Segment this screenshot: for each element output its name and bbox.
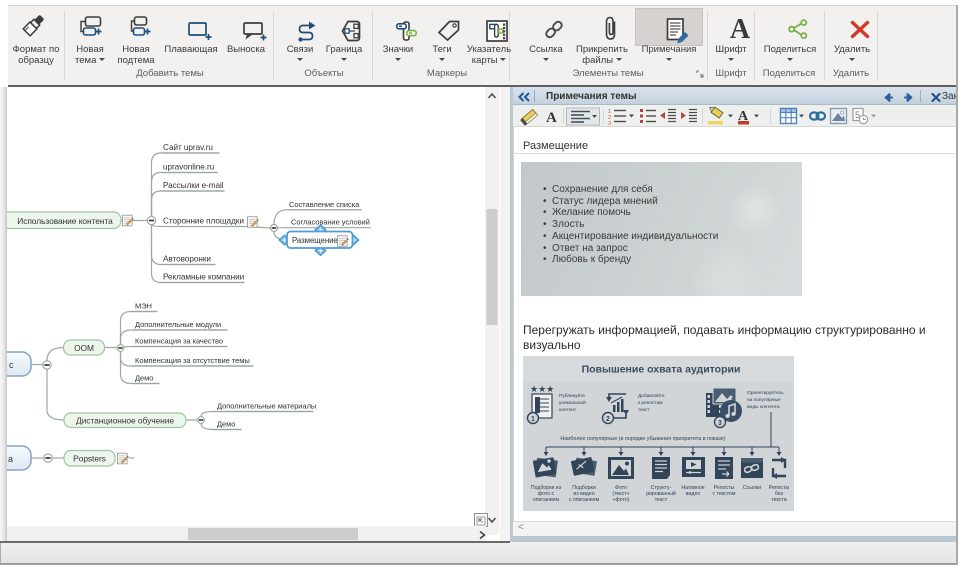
svg-text:ООМ: ООМ [74, 343, 94, 353]
svg-text:Составление списка: Составление списка [289, 200, 360, 209]
svg-text:Добавляйте: Добавляйте [638, 392, 665, 399]
svg-text:Демо: Демо [135, 374, 153, 383]
svg-text:★★★: ★★★ [530, 384, 554, 394]
svg-text:а: а [8, 454, 13, 464]
svg-text:Popsters: Popsters [73, 454, 106, 464]
svg-text:текста: текста [771, 497, 786, 503]
svg-text:Компенсация за отсутствие темы: Компенсация за отсутствие темы [135, 356, 250, 365]
svg-text:upravonline.ru: upravonline.ru [163, 163, 215, 172]
svg-text:Использование контента: Использование контента [17, 216, 113, 226]
svg-text:A: A [546, 110, 557, 126]
svg-text:Согласование условий: Согласование условий [291, 218, 370, 227]
svg-text:на популярные: на популярные [747, 398, 781, 403]
svg-text:текст: текст [655, 497, 668, 503]
svg-text:Рекламные компании: Рекламные компании [163, 273, 244, 282]
svg-text:Компенсация за качество: Компенсация за качество [135, 337, 223, 346]
svg-text:Наиболее популярные (в порядке: Наиболее популярные (в порядке убывания … [560, 436, 725, 442]
svg-text:текст: текст [638, 408, 650, 413]
svg-text:Сторонние площадки: Сторонние площадки [163, 217, 244, 226]
svg-text:Сайт uprav.ru: Сайт uprav.ru [163, 143, 213, 152]
svg-text:Дополнительные модули: Дополнительные модули [135, 320, 221, 329]
svg-text:видео: видео [686, 491, 701, 497]
svg-text:1: 1 [531, 416, 535, 423]
svg-text:с текстом: с текстом [713, 491, 736, 497]
svg-text:+фото): +фото) [613, 497, 630, 503]
svg-text:3: 3 [718, 420, 722, 427]
svg-text:МЭН: МЭН [135, 302, 152, 311]
svg-text:Автоворонки: Автоворонки [163, 255, 211, 264]
svg-text:Ссылки: Ссылки [743, 485, 761, 491]
svg-text:рированный: рированный [646, 490, 676, 497]
svg-text:описанием: описанием [533, 497, 560, 503]
svg-text:Размещение: Размещение [292, 236, 338, 245]
svg-text:Дистанционное обучение: Дистанционное обучение [76, 416, 174, 426]
svg-text:уникальный: уникальный [559, 399, 586, 406]
svg-text:к репостам: к репостам [638, 401, 663, 406]
svg-text:с: с [9, 360, 14, 370]
svg-text:Демо: Демо [217, 420, 235, 429]
svg-text:Рассылки e-mail: Рассылки e-mail [163, 181, 224, 190]
svg-text:с описанием: с описанием [569, 497, 600, 503]
svg-text:2: 2 [606, 416, 610, 423]
svg-text:Публикуйте: Публикуйте [559, 392, 585, 399]
svg-text:виды контента: виды контента [747, 405, 780, 410]
svg-text:контент: контент [559, 408, 577, 413]
svg-text:3: 3 [608, 121, 611, 127]
svg-text:Дополнительные материалы: Дополнительные материалы [217, 402, 316, 411]
svg-text:Повышение охвата аудитории: Повышение охвата аудитории [582, 364, 741, 376]
svg-text:Ориентируйтесь: Ориентируйтесь [747, 389, 784, 396]
